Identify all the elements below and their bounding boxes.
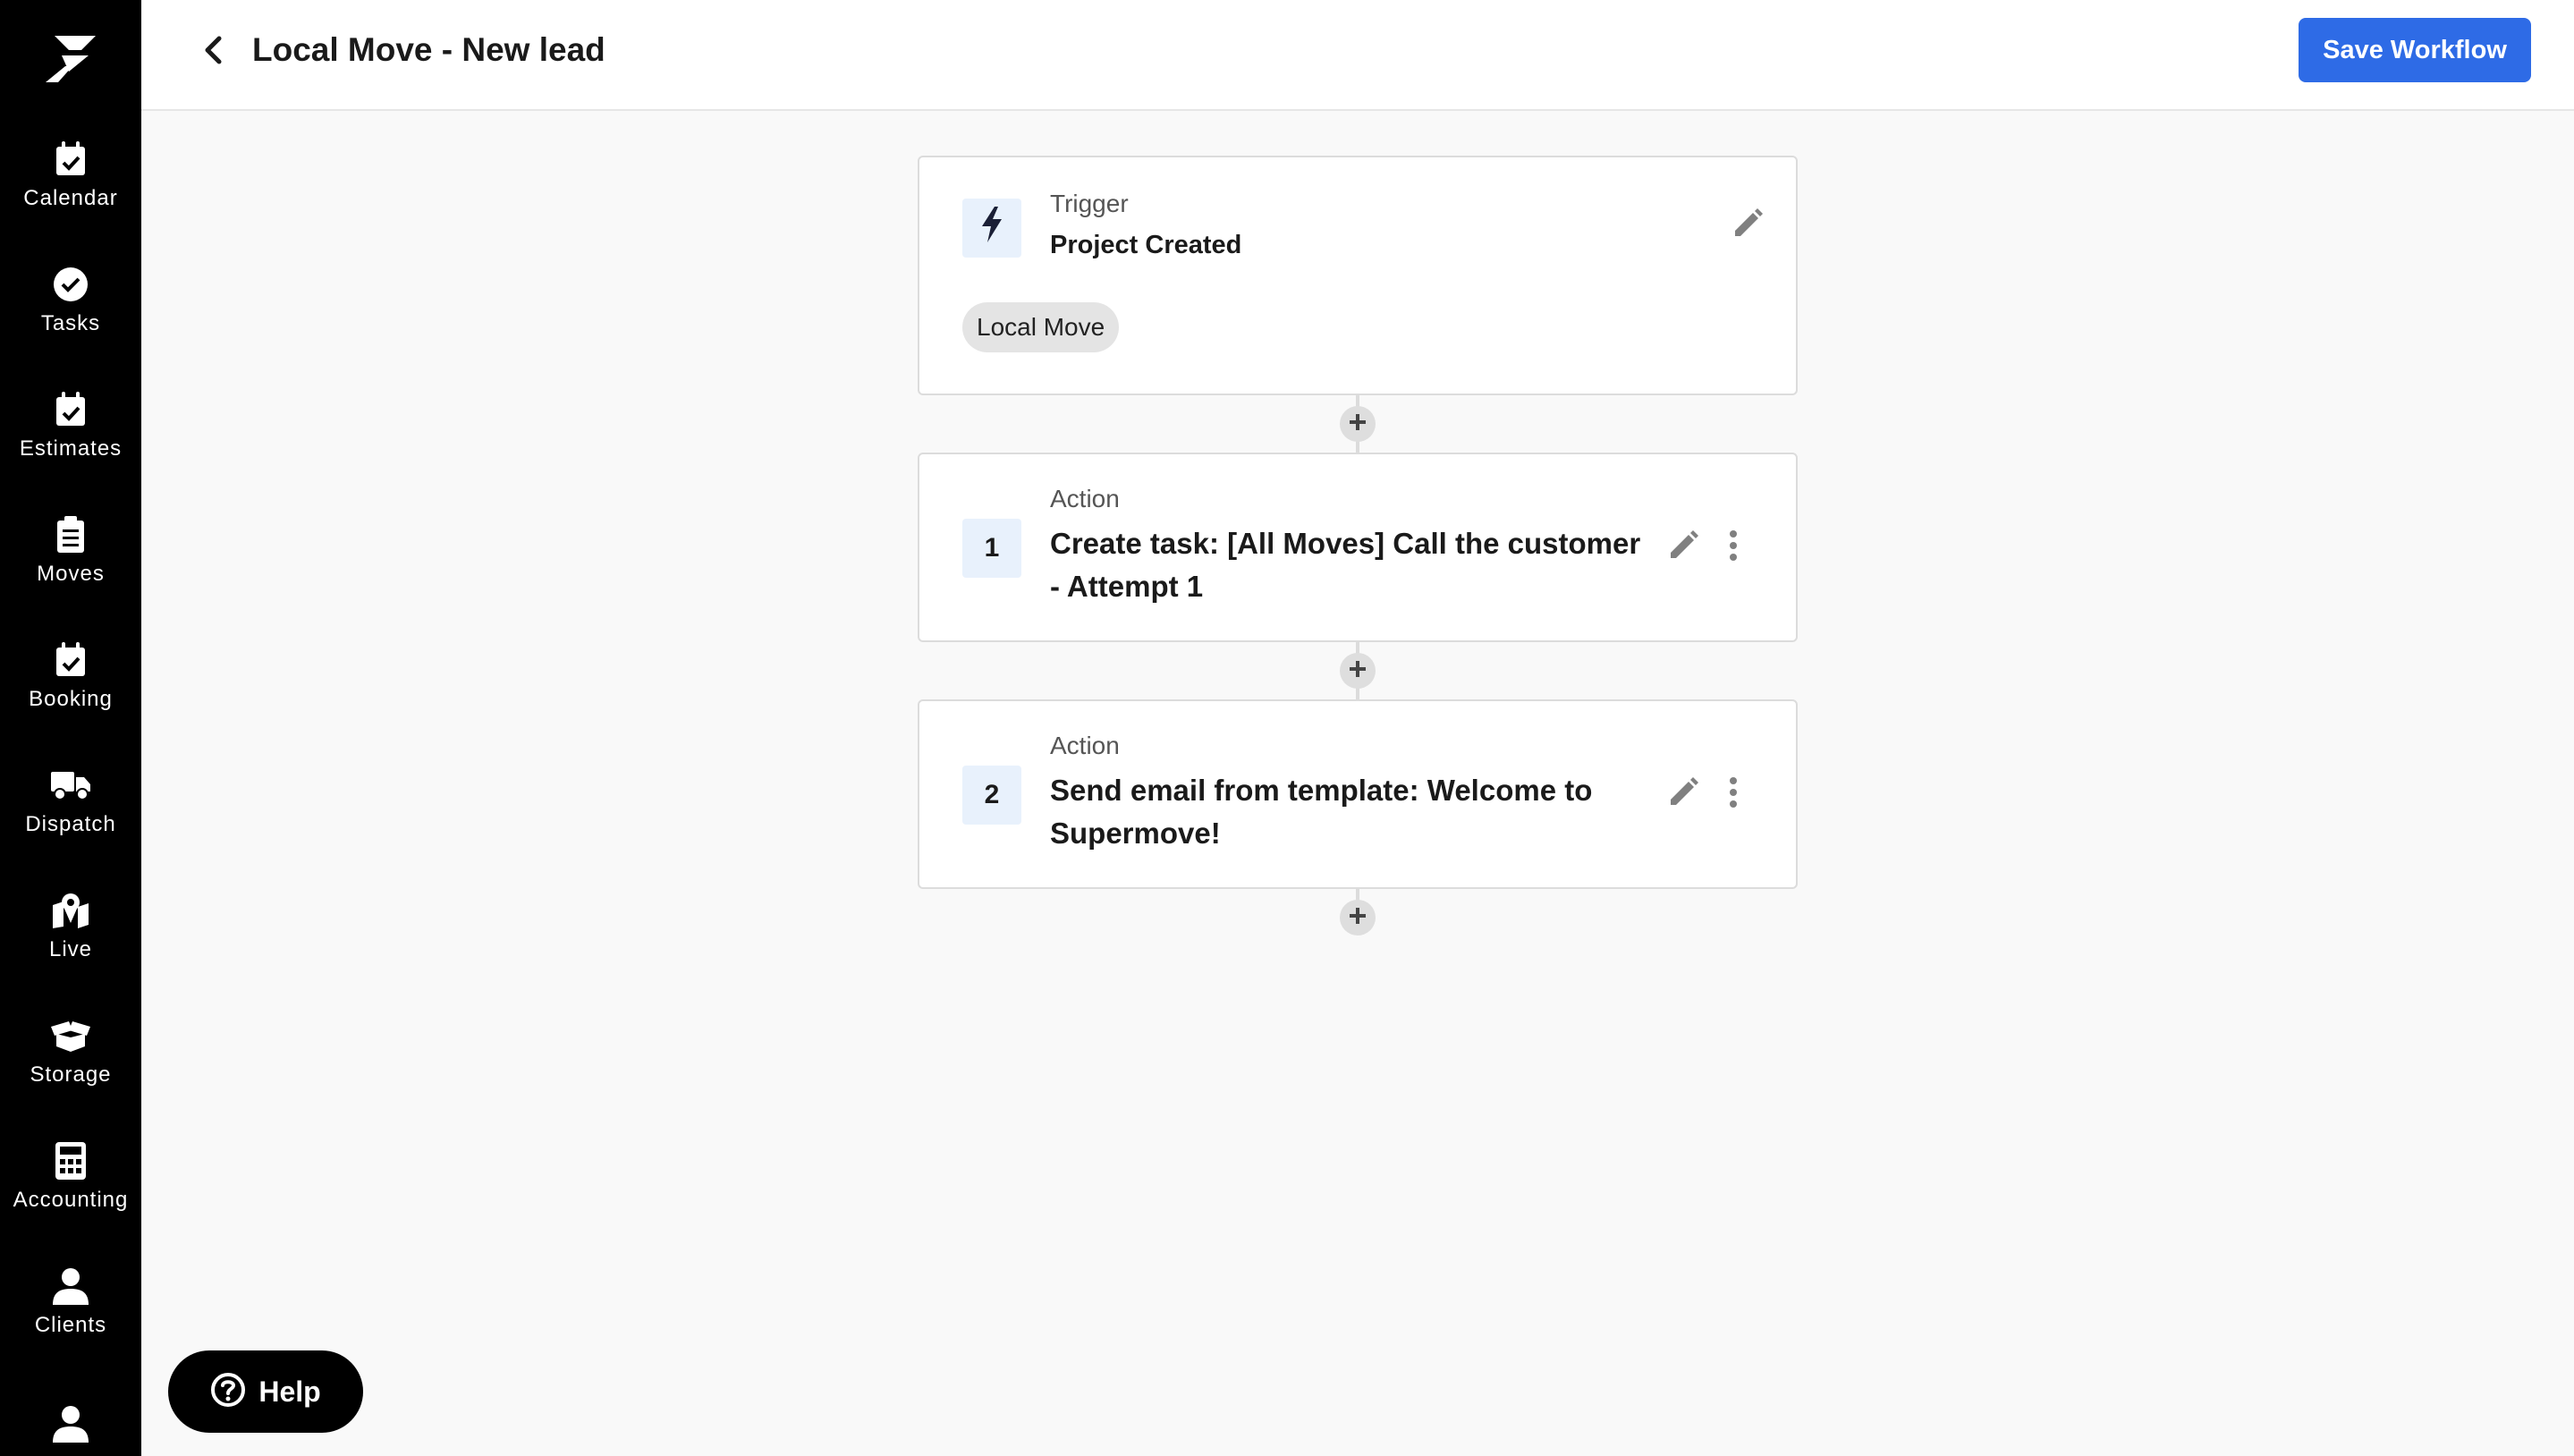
edit-trigger-button[interactable] (1728, 206, 1767, 245)
calendar-check-icon (51, 390, 90, 429)
pencil-icon (1667, 529, 1699, 566)
calculator-icon (51, 1141, 90, 1181)
pencil-icon (1732, 207, 1764, 244)
box-open-icon (51, 1016, 90, 1055)
sidebar-item-estimates[interactable]: Estimates (0, 363, 141, 488)
action-step-number: 2 (962, 766, 1021, 825)
add-step-button[interactable] (1340, 900, 1376, 935)
plus-icon (1349, 907, 1367, 929)
sidebar-item-label: Live (48, 937, 93, 961)
action-more-options-button[interactable] (1714, 528, 1753, 567)
save-workflow-button[interactable]: Save Workflow (2299, 18, 2531, 82)
truck-icon (51, 766, 90, 805)
action-card[interactable]: 1 Action Create task: [All Moves] Call t… (918, 453, 1798, 642)
action-kicker: Action (1050, 732, 1120, 759)
help-button[interactable]: Help (168, 1350, 363, 1433)
plus-icon (1349, 660, 1367, 682)
sidebar-item-label: Clients (34, 1313, 107, 1337)
edit-action-button[interactable] (1664, 775, 1703, 814)
clipboard-list-icon (51, 515, 90, 554)
sidebar: Calendar Tasks Estimates Moves Booking D… (0, 0, 141, 1456)
sidebar-item-label: Booking (29, 687, 113, 711)
project-type-tag: Local Move (962, 302, 1120, 352)
trigger-badge (962, 199, 1021, 258)
pencil-icon (1667, 776, 1699, 813)
sidebar-item-dispatch[interactable]: Dispatch (0, 739, 141, 864)
trigger-card[interactable]: Trigger Project Created Local Move (918, 156, 1798, 395)
sidebar-item-clients[interactable]: Clients (0, 1240, 141, 1365)
sidebar-item-label: Accounting (13, 1188, 129, 1212)
sidebar-item-calendar[interactable]: Calendar (0, 113, 141, 238)
back-button[interactable] (191, 30, 234, 73)
sidebar-item-label: Storage (30, 1062, 112, 1087)
plus-icon (1349, 413, 1367, 436)
add-step-button[interactable] (1340, 406, 1376, 442)
action-title: Create task: [All Moves] Call the custom… (1050, 527, 1641, 603)
add-step-button[interactable] (1340, 653, 1376, 689)
sidebar-item-storage[interactable]: Storage (0, 989, 141, 1114)
sidebar-item-label: Dispatch (25, 812, 116, 836)
sidebar-item-live[interactable]: Live (0, 864, 141, 989)
check-circle-icon (51, 265, 90, 304)
action-more-options-button[interactable] (1714, 775, 1753, 814)
sidebar-item-accounting[interactable]: Accounting (0, 1114, 141, 1240)
sidebar-item-label: Calendar (23, 186, 118, 210)
question-circle-icon (210, 1372, 246, 1412)
sidebar-item-more[interactable] (0, 1365, 141, 1456)
map-pin-icon (51, 891, 90, 930)
sidebar-item-moves[interactable]: Moves (0, 488, 141, 614)
calendar-check-icon (51, 640, 90, 680)
user-icon (51, 1266, 90, 1306)
page-title: Local Move - New lead (252, 31, 605, 68)
calendar-check-icon (51, 140, 90, 179)
kebab-menu-icon (1728, 776, 1739, 813)
action-kicker: Action (1050, 485, 1120, 512)
action-card[interactable]: 2 Action Send email from template: Welco… (918, 699, 1798, 889)
user-icon (51, 1404, 90, 1443)
supermove-logo-icon[interactable] (39, 30, 102, 88)
sidebar-item-label: Tasks (40, 311, 101, 335)
kebab-menu-icon (1728, 529, 1739, 566)
trigger-title: Project Created (1050, 231, 1242, 259)
action-step-number: 1 (962, 519, 1021, 578)
help-label: Help (258, 1375, 321, 1408)
sidebar-item-label: Moves (37, 562, 105, 586)
action-title: Send email from template: Welcome to Sup… (1050, 774, 1593, 850)
chevron-left-icon (203, 36, 223, 69)
trigger-kicker: Trigger (1050, 190, 1129, 217)
edit-action-button[interactable] (1664, 528, 1703, 567)
sidebar-item-booking[interactable]: Booking (0, 614, 141, 739)
sidebar-nav: Calendar Tasks Estimates Moves Booking D… (0, 113, 141, 1456)
page-header: Local Move - New lead Save Workflow (141, 0, 2574, 111)
sidebar-item-label: Estimates (19, 436, 123, 461)
lightning-bolt-icon (980, 207, 1003, 250)
sidebar-item-tasks[interactable]: Tasks (0, 238, 141, 363)
